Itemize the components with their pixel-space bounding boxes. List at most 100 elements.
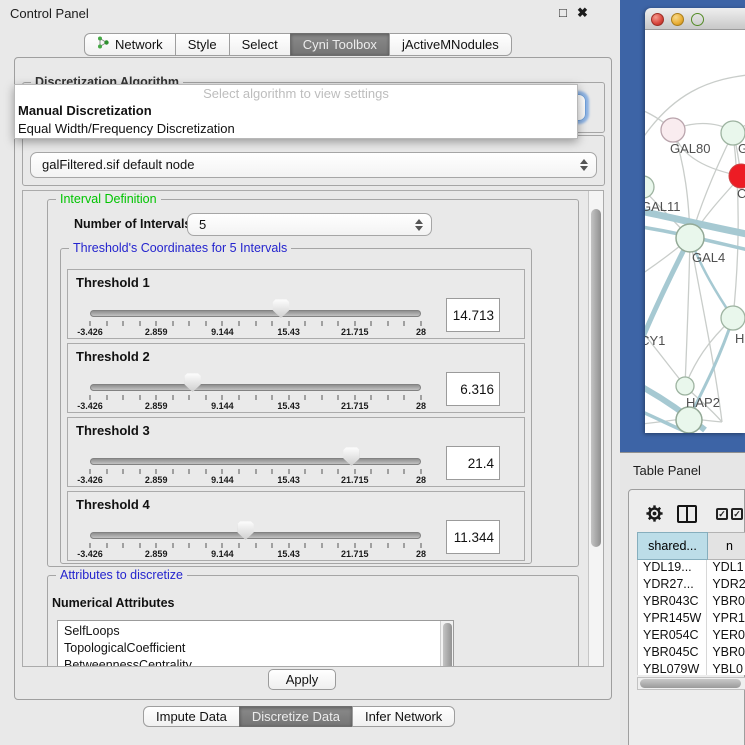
- list-item[interactable]: BetweennessCentrality: [58, 657, 453, 667]
- tick-label: 21.715: [341, 549, 369, 559]
- table-panel-window: shared... n YDL19...YDL1 YDR27...YDR2 YB…: [628, 489, 745, 745]
- threshold-slider-track[interactable]: [90, 458, 421, 465]
- network-node[interactable]: [721, 306, 745, 330]
- threshold-panel: Threshold 3 -3.426 2.859 9.144 15.43 21.…: [67, 417, 525, 487]
- close-icon[interactable]: ✖: [577, 5, 588, 21]
- tick-label: 28: [416, 475, 426, 485]
- node-label: HAP2: [686, 395, 720, 410]
- threshold-slider-track[interactable]: [90, 384, 421, 391]
- tab-infer-network[interactable]: Infer Network: [352, 706, 455, 727]
- network-window-titlebar[interactable]: [645, 8, 745, 30]
- group-title: Attributes to discretize: [56, 568, 187, 582]
- column-header-name[interactable]: n: [708, 532, 745, 560]
- combo-arrows-icon: [580, 159, 588, 171]
- node-label: H: [735, 331, 744, 346]
- tick-label: -3.426: [77, 327, 103, 337]
- threshold-value-field[interactable]: [446, 372, 500, 406]
- tab-discretize-data[interactable]: Discretize Data: [239, 706, 353, 727]
- list-item[interactable]: TopologicalCoefficient: [58, 640, 453, 657]
- number-of-intervals-label: Number of Intervals: [74, 217, 191, 231]
- slider-tick-labels: -3.426 2.859 9.144 15.43 21.715 28: [90, 475, 421, 485]
- float-icon[interactable]: □: [559, 5, 567, 20]
- table-row[interactable]: YDR27...YDR2: [638, 577, 745, 594]
- list-scrollbar[interactable]: [440, 621, 453, 667]
- gear-icon[interactable]: [645, 504, 664, 528]
- network-node-selected[interactable]: [729, 164, 745, 188]
- tab-jactivemnodules[interactable]: jActiveMNodules: [389, 33, 512, 56]
- algorithm-dropdown-popup: Select algorithm to view settings Manual…: [14, 84, 578, 139]
- threshold-panel: Threshold 2 -3.426 2.859 9.144 15.43 21.…: [67, 343, 525, 413]
- table-toolbar: [629, 490, 744, 530]
- top-tab-bar: Network Style Select Cyni Toolbox jActiv…: [85, 33, 512, 56]
- table-row[interactable]: YDL19...YDL1: [638, 560, 745, 577]
- thresholds-group: Threshold's Coordinates for 5 Intervals …: [60, 248, 532, 564]
- settings-vertical-scrollbar[interactable]: [588, 191, 603, 666]
- tab-cyni-toolbox[interactable]: Cyni Toolbox: [290, 33, 390, 56]
- dropdown-item-manual-discretization[interactable]: Manual Discretization: [15, 102, 577, 120]
- tab-impute-data[interactable]: Impute Data: [143, 706, 240, 727]
- network-view-window[interactable]: GAL80 G C GAL11 GAL4 GCY1 H HAP2: [645, 8, 745, 433]
- numerical-attributes-label: Numerical Attributes: [52, 596, 174, 610]
- network-node[interactable]: [645, 176, 654, 198]
- network-nodes: [645, 118, 745, 433]
- threshold-value-field[interactable]: [446, 520, 500, 554]
- node-label: GAL4: [692, 250, 725, 265]
- list-item[interactable]: SelfLoops: [58, 621, 453, 640]
- network-node[interactable]: [661, 118, 685, 142]
- tick-label: -3.426: [77, 549, 103, 559]
- threshold-slider-track[interactable]: [90, 532, 421, 539]
- node-table: shared... n YDL19...YDL1 YDR27...YDR2 YB…: [637, 532, 745, 702]
- threshold-value-field[interactable]: [446, 298, 500, 332]
- apply-button[interactable]: Apply: [268, 669, 336, 690]
- tick-label: 28: [416, 549, 426, 559]
- table-row[interactable]: YBL079WYBL0: [638, 662, 745, 675]
- dropdown-item-equal-width-frequency[interactable]: Equal Width/Frequency Discretization: [15, 120, 577, 138]
- table-row[interactable]: YER054CYER0: [638, 628, 745, 645]
- tick-label: 21.715: [341, 401, 369, 411]
- checkbox-icon[interactable]: [716, 508, 728, 520]
- column-header-shared-name[interactable]: shared...: [637, 532, 708, 560]
- scrollbar-thumb[interactable]: [591, 209, 601, 547]
- tick-label: 28: [416, 401, 426, 411]
- table-row[interactable]: YBR045CYBR0: [638, 645, 745, 662]
- number-of-intervals-combobox[interactable]: 5: [187, 213, 432, 236]
- zoom-traffic-light-icon[interactable]: [691, 13, 704, 26]
- table-data-combobox[interactable]: galFiltered.sif default node: [30, 152, 597, 178]
- tick-label: 2.859: [145, 475, 168, 485]
- dropdown-placeholder-item: Select algorithm to view settings: [15, 85, 577, 102]
- tab-select[interactable]: Select: [229, 33, 291, 56]
- network-node[interactable]: [676, 377, 694, 395]
- tab-style[interactable]: Style: [175, 33, 230, 56]
- table-header-row: shared... n: [637, 532, 745, 560]
- slider-tick-labels: -3.426 2.859 9.144 15.43 21.715 28: [90, 327, 421, 337]
- tick-label: 2.859: [145, 327, 168, 337]
- screen: Control Panel □ ✖ Network Style Select C…: [0, 0, 745, 745]
- tick-label: 15.43: [277, 549, 300, 559]
- network-node[interactable]: [676, 224, 704, 252]
- threshold-panel: Threshold 4 -3.426 2.859 9.144 15.43 21.…: [67, 491, 525, 561]
- close-traffic-light-icon[interactable]: [651, 13, 664, 26]
- network-node[interactable]: [676, 407, 702, 433]
- table-row[interactable]: YBR043CYBR0: [638, 594, 745, 611]
- interval-definition-group: Interval Definition Number of Intervals …: [47, 199, 579, 567]
- settings-scroll-pane: Interval Definition Number of Intervals …: [22, 190, 604, 667]
- tab-network[interactable]: Network: [84, 33, 176, 56]
- tick-label: 2.859: [145, 401, 168, 411]
- split-columns-icon[interactable]: [677, 505, 697, 523]
- threshold-value-field[interactable]: [446, 446, 500, 480]
- tick-label: 15.43: [277, 475, 300, 485]
- slider-tick-labels: -3.426 2.859 9.144 15.43 21.715 28: [90, 549, 421, 559]
- node-label: C: [737, 186, 745, 201]
- tick-label: 21.715: [341, 327, 369, 337]
- network-canvas[interactable]: GAL80 G C GAL11 GAL4 GCY1 H HAP2: [645, 30, 745, 433]
- minimize-traffic-light-icon[interactable]: [671, 13, 684, 26]
- node-label: GAL80: [670, 141, 710, 156]
- table-horizontal-scrollbar[interactable]: [637, 677, 745, 690]
- scrollbar-thumb[interactable]: [640, 679, 741, 688]
- attributes-group: Attributes to discretize Numerical Attri…: [47, 575, 579, 667]
- table-panel-title: Table Panel: [633, 463, 701, 478]
- checkbox-icon[interactable]: [731, 508, 743, 520]
- tick-label: 15.43: [277, 327, 300, 337]
- threshold-slider-track[interactable]: [90, 310, 421, 317]
- table-row[interactable]: YPR145WYPR1: [638, 611, 745, 628]
